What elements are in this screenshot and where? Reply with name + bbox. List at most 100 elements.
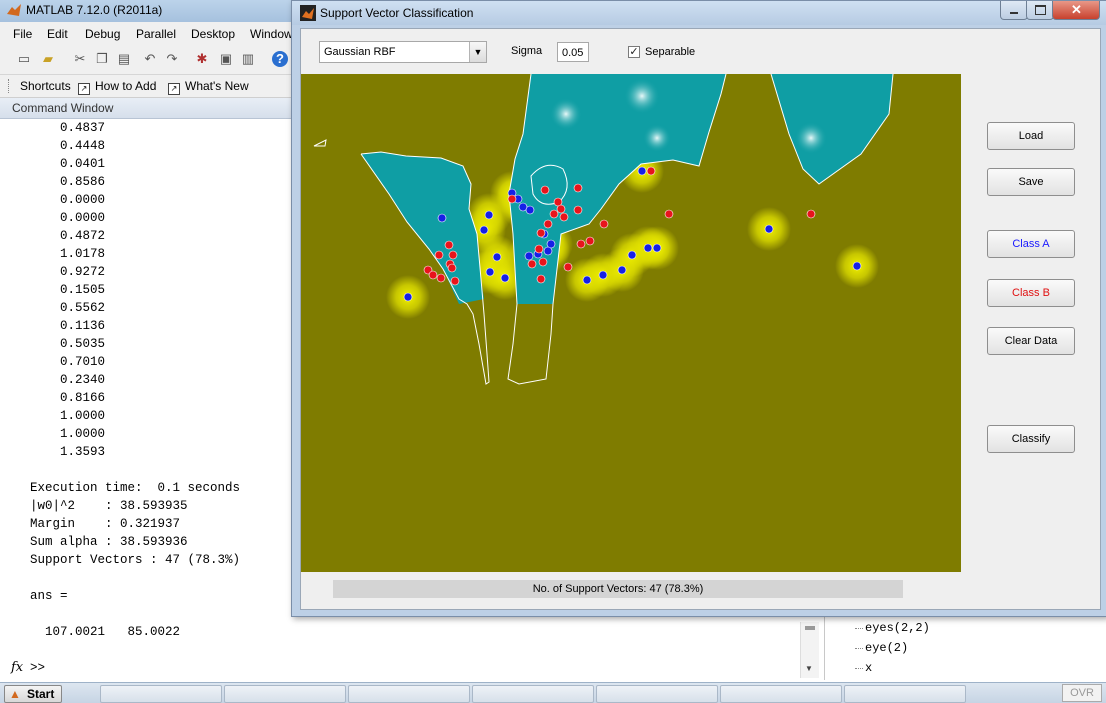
cut-icon[interactable]: ✂ (72, 51, 88, 67)
class-b-point[interactable] (444, 240, 454, 250)
taskbar-slot[interactable] (472, 685, 594, 703)
kernel-select[interactable]: Gaussian RBF ▼ (319, 41, 487, 63)
class-a-point[interactable] (764, 224, 774, 234)
how-to-add-link[interactable]: ↗ How to Add (78, 79, 156, 95)
class-b-point[interactable] (599, 219, 609, 229)
class-a-point[interactable] (484, 210, 494, 220)
taskbar-slot[interactable] (348, 685, 470, 703)
class-b-point[interactable] (563, 262, 573, 272)
whats-new-link[interactable]: ↗ What's New (168, 79, 249, 95)
start-button[interactable]: ▲ Start (4, 685, 62, 703)
class-b-point[interactable] (536, 274, 546, 284)
class-b-point[interactable] (448, 250, 458, 260)
new-file-icon[interactable]: ▭ (16, 51, 32, 67)
class-b-point[interactable] (450, 276, 460, 286)
menu-window[interactable]: Window (250, 27, 293, 41)
class-b-point[interactable] (538, 257, 548, 267)
taskbar-slot[interactable] (100, 685, 222, 703)
class-a-point[interactable] (485, 267, 495, 277)
minimize-button[interactable] (1000, 1, 1028, 20)
scroll-down-icon[interactable]: ▼ (805, 664, 813, 673)
class-a-point[interactable] (437, 213, 447, 223)
class-b-point[interactable] (664, 209, 674, 219)
class-b-point[interactable] (585, 236, 595, 246)
taskbar-slot[interactable] (844, 685, 966, 703)
profiler-icon[interactable]: ▥ (240, 51, 256, 67)
fx-icon[interactable]: fx (11, 660, 23, 675)
copy-icon[interactable]: ❐ (94, 51, 110, 67)
menu-parallel[interactable]: Parallel (136, 27, 176, 41)
class-a-point[interactable] (582, 275, 592, 285)
class-b-point[interactable] (573, 183, 583, 193)
clear-data-button[interactable]: Clear Data (987, 327, 1075, 355)
class-a-point[interactable] (627, 250, 637, 260)
close-button[interactable]: ✕ (1052, 1, 1100, 20)
taskbar-slot[interactable] (596, 685, 718, 703)
class-a-point[interactable] (492, 252, 502, 262)
class-b-button[interactable]: Class B (987, 279, 1075, 307)
class-a-point[interactable] (403, 292, 413, 302)
class-b-point[interactable] (436, 273, 446, 283)
class-b-point[interactable] (543, 219, 553, 229)
class-b-point[interactable] (556, 204, 566, 214)
menu-debug[interactable]: Debug (85, 27, 120, 41)
maximize-button[interactable] (1026, 1, 1054, 20)
class-b-point[interactable] (534, 244, 544, 254)
history-item[interactable]: eyes(2,2) (865, 621, 930, 635)
menu-edit[interactable]: Edit (47, 27, 68, 41)
class-a-point[interactable] (652, 243, 662, 253)
sigma-input[interactable]: 0.05 (557, 42, 589, 62)
class-b-point[interactable] (540, 185, 550, 195)
class-b-point[interactable] (428, 270, 438, 280)
redo-icon[interactable]: ↷ (164, 51, 180, 67)
class-a-button[interactable]: Class A (987, 230, 1075, 258)
undo-icon[interactable]: ↶ (142, 51, 158, 67)
class-a-point[interactable] (598, 270, 608, 280)
class-a-point[interactable] (524, 251, 534, 261)
load-button[interactable]: Load (987, 122, 1075, 150)
class-a-point[interactable] (479, 225, 489, 235)
menu-desktop[interactable]: Desktop (191, 27, 235, 41)
classify-button[interactable]: Classify (987, 425, 1075, 453)
class-a-point[interactable] (643, 243, 653, 253)
class-b-point[interactable] (507, 194, 517, 204)
class-b-point[interactable] (806, 209, 816, 219)
class-a-point[interactable] (637, 166, 647, 176)
class-a-point[interactable] (852, 261, 862, 271)
class-b-point[interactable] (447, 263, 457, 273)
output-line: Sum alpha : 38.593936 (30, 535, 188, 549)
scroll-thumb[interactable] (805, 626, 815, 630)
guide-icon[interactable]: ▣ (218, 51, 234, 67)
help-icon[interactable]: ? (272, 51, 288, 67)
class-a-point[interactable] (543, 246, 553, 256)
class-b-point[interactable] (559, 212, 569, 222)
class-b-point[interactable] (536, 228, 546, 238)
shortcuts-link[interactable]: Shortcuts (20, 79, 71, 93)
class-b-point[interactable] (549, 209, 559, 219)
taskbar-slot[interactable] (720, 685, 842, 703)
save-button[interactable]: Save (987, 168, 1075, 196)
separable-checkbox[interactable]: ✓ (628, 46, 640, 58)
svm-title-bar[interactable]: Support Vector Classification ✕ (292, 1, 1106, 25)
history-item[interactable]: eye(2) (865, 641, 908, 655)
command-prompt[interactable]: >> (30, 661, 45, 675)
class-b-point[interactable] (527, 259, 537, 269)
class-b-point[interactable] (576, 239, 586, 249)
class-b-point[interactable] (434, 250, 444, 260)
chevron-down-icon[interactable]: ▼ (469, 42, 486, 62)
command-history-panel: eyes(2,2) eye(2) x (824, 612, 1106, 680)
class-a-point[interactable] (525, 205, 535, 215)
classification-plot[interactable] (301, 74, 961, 572)
taskbar-slot[interactable] (224, 685, 346, 703)
paste-icon[interactable]: ▤ (116, 51, 132, 67)
command-scrollbar[interactable]: ▼ (800, 622, 819, 678)
shortcut-icon: ↗ (78, 83, 90, 95)
history-item[interactable]: x (865, 661, 872, 675)
simulink-icon[interactable]: ✱ (194, 51, 210, 67)
class-a-point[interactable] (617, 265, 627, 275)
open-folder-icon[interactable]: ▰ (40, 51, 56, 67)
class-b-point[interactable] (573, 205, 583, 215)
class-a-point[interactable] (500, 273, 510, 283)
menu-file[interactable]: File (13, 27, 32, 41)
class-b-point[interactable] (646, 166, 656, 176)
